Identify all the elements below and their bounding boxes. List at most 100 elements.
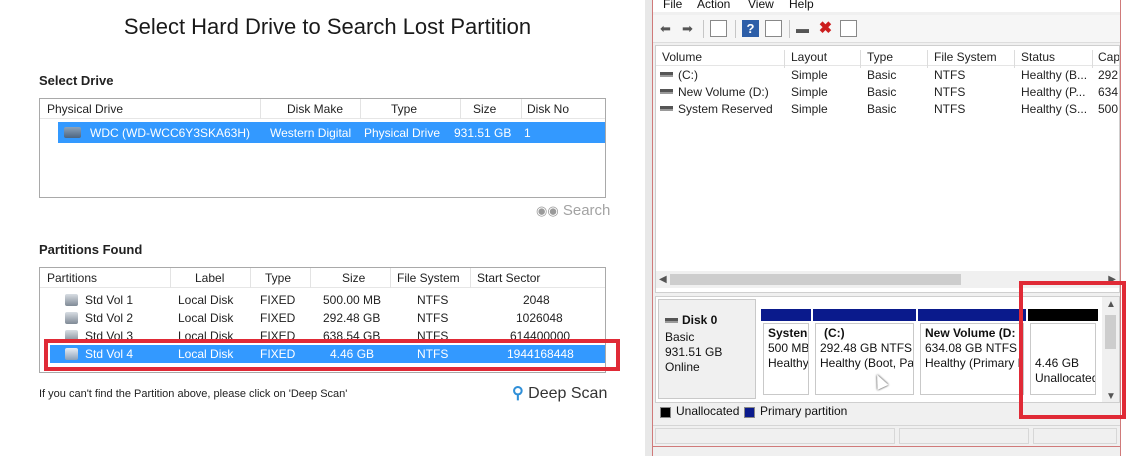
col-type[interactable]: Type: [265, 271, 291, 285]
volume-icon: [65, 294, 78, 306]
volume-layout: Simple: [791, 85, 828, 99]
search-label: Search: [562, 202, 611, 219]
volume-layout: Simple: [791, 68, 828, 82]
scroll-left-icon[interactable]: ◀: [659, 271, 667, 288]
col-file-system[interactable]: File System: [397, 271, 460, 285]
window-border: [645, 0, 653, 456]
col-partitions[interactable]: Partitions: [47, 271, 97, 285]
partition-fs: NTFS: [417, 311, 449, 325]
partition-type: FIXED: [260, 311, 296, 325]
drive-make: Western Digital: [270, 126, 352, 140]
volume-type: Basic: [867, 85, 897, 99]
connect-icon[interactable]: ▬: [794, 20, 811, 37]
col-size[interactable]: Size: [473, 102, 496, 116]
col-type[interactable]: Type: [391, 102, 417, 116]
highlight-box: [1019, 281, 1126, 419]
drives-table-header: Physical Drive Disk Make Type Size Disk …: [40, 99, 605, 119]
volume-status: Healthy (B...: [1021, 68, 1088, 82]
partition-system-reserved[interactable]: Systen 500 MB Healthy: [761, 309, 811, 397]
console-icon[interactable]: [840, 20, 857, 37]
volume-capacity: 634.: [1098, 85, 1120, 99]
partition-start: 2048: [523, 293, 550, 307]
back-arrow-icon[interactable]: ⬅: [657, 20, 674, 37]
volume-layout: Simple: [791, 102, 828, 116]
col-layout[interactable]: Layout: [791, 50, 827, 64]
drives-table: Physical Drive Disk Make Type Size Disk …: [39, 98, 606, 198]
deep-scan-label: Deep Scan: [528, 385, 608, 402]
legend-primary: Primary partition: [760, 404, 848, 418]
search-button[interactable]: ◉◉ Search: [536, 202, 610, 219]
col-volume[interactable]: Volume: [662, 50, 702, 64]
drive-row[interactable]: WDC (WD-WCC6Y3SKA63H) Western Digital Ph…: [58, 122, 605, 143]
disk-size: 931.51 GB: [665, 345, 723, 359]
toolbar: ⬅ ➡ ? ▬ ✖: [653, 15, 1120, 43]
menu-file[interactable]: File: [663, 0, 682, 11]
partition-row[interactable]: Std Vol 2 Local Disk FIXED 292.48 GB NTF…: [40, 309, 605, 327]
volume-capacity: 292.: [1098, 68, 1120, 82]
volume-row[interactable]: System Reserved Simple Basic NTFS Health…: [656, 101, 1119, 118]
volume-fs: NTFS: [934, 68, 966, 82]
partition-size: 292.48 GB: [323, 311, 381, 325]
delete-icon[interactable]: ✖: [817, 20, 834, 37]
magnifier-icon: ⚲: [512, 385, 524, 402]
recovery-panel: Select Hard Drive to Search Lost Partiti…: [0, 0, 645, 456]
unallocated-swatch: [660, 407, 671, 418]
col-size[interactable]: Size: [342, 271, 365, 285]
partitions-found-label: Partitions Found: [39, 242, 143, 257]
col-status[interactable]: Status: [1021, 50, 1055, 64]
partition-name: Std Vol 1: [85, 293, 134, 307]
disk-info[interactable]: Disk 0 Basic 931.51 GB Online: [658, 299, 756, 399]
col-physical-drive[interactable]: Physical Drive: [47, 102, 123, 116]
menu-view[interactable]: View: [748, 0, 774, 11]
col-type[interactable]: Type: [867, 50, 893, 64]
volume-row[interactable]: (C:) Simple Basic NTFS Healthy (B... 292…: [656, 67, 1119, 84]
deep-scan-hint: If you can't find the Partition above, p…: [39, 388, 348, 400]
volume-status: Healthy (P...: [1021, 85, 1086, 99]
select-drive-label: Select Drive: [39, 73, 114, 88]
volume-status: Healthy (S...: [1021, 102, 1088, 116]
col-file-system[interactable]: File System: [934, 50, 997, 64]
col-label[interactable]: Label: [195, 271, 224, 285]
volume-capacity: 500: [1098, 102, 1119, 116]
menu-help[interactable]: Help: [789, 0, 814, 11]
volume-icon: [65, 312, 78, 324]
volume-fs: NTFS: [934, 85, 966, 99]
partition-type: FIXED: [260, 293, 296, 307]
volume-list: Volume Layout Type File System Status Ca…: [655, 45, 1120, 293]
disk-kind: Basic: [665, 330, 695, 344]
col-disk-no[interactable]: Disk No: [527, 102, 569, 116]
highlight-box: [44, 339, 620, 371]
drive-disk-no: 1: [524, 126, 531, 140]
status-bar: [653, 425, 1120, 445]
window-border: [653, 446, 1120, 447]
forward-arrow-icon[interactable]: ➡: [679, 20, 696, 37]
disk-state: Online: [665, 360, 700, 374]
partitions-table-header: Partitions Label Type Size File System S…: [40, 268, 605, 288]
volume-type: Basic: [867, 102, 897, 116]
volume-name: New Volume (D:): [678, 85, 769, 99]
scrollbar-thumb[interactable]: [670, 274, 961, 285]
partition-row[interactable]: Std Vol 1 Local Disk FIXED 500.00 MB NTF…: [40, 291, 605, 309]
menu-action[interactable]: Action: [697, 0, 730, 11]
primary-swatch: [744, 407, 755, 418]
binoculars-icon: ◉◉: [536, 203, 559, 218]
list-icon[interactable]: [765, 20, 782, 37]
properties-icon[interactable]: [710, 20, 727, 37]
disk-name: Disk 0: [665, 313, 717, 327]
partition-start: 1026048: [516, 311, 563, 325]
volume-row[interactable]: New Volume (D:) Simple Basic NTFS Health…: [656, 84, 1119, 101]
partition-c[interactable]: (C:) 292.48 GB NTFS Healthy (Boot, Pa: [813, 309, 916, 397]
drive-type: Physical Drive: [364, 126, 441, 140]
drive-size: 931.51 GB: [454, 126, 512, 140]
volume-fs: NTFS: [934, 102, 966, 116]
partition-label: Local Disk: [178, 311, 234, 325]
col-start-sector[interactable]: Start Sector: [477, 271, 540, 285]
partition-d[interactable]: New Volume (D: 634.08 GB NTFS Healthy (P…: [918, 309, 1026, 397]
volume-name: (C:): [678, 68, 698, 82]
deep-scan-button[interactable]: ⚲ Deep Scan: [512, 383, 607, 403]
help-icon[interactable]: ?: [742, 20, 759, 37]
col-disk-make[interactable]: Disk Make: [287, 102, 343, 116]
legend-unallocated: Unallocated: [676, 404, 740, 418]
col-capacity[interactable]: Cap: [1098, 50, 1119, 64]
volume-icon: [660, 106, 673, 111]
